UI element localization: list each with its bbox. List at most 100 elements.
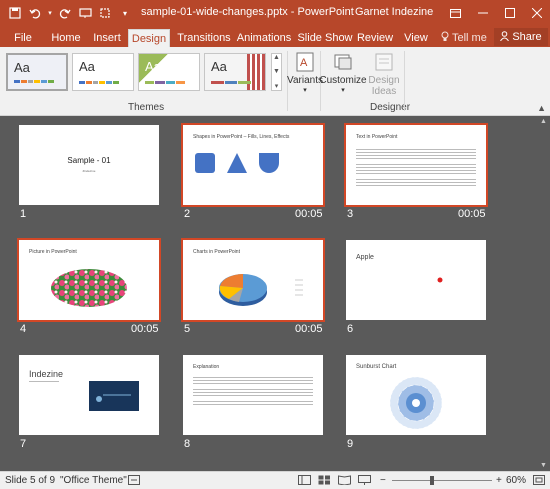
chevron-down-icon: ▾: [341, 87, 345, 94]
chevron-up-icon[interactable]: ▲: [273, 54, 280, 61]
customize-qat-icon[interactable]: ▾: [116, 4, 134, 22]
zoom-level[interactable]: 60%: [506, 475, 526, 486]
slide-thumbnail-1[interactable]: Sample - 01 #indezine: [19, 125, 159, 205]
collapse-ribbon-icon[interactable]: ▲: [537, 103, 546, 113]
slide-number: 3: [347, 208, 354, 220]
customize-button[interactable]: Customize ▾: [319, 51, 367, 94]
slide-1-subtitle: #indezine: [82, 169, 96, 173]
slide-thumbnail-6[interactable]: Apple: [346, 240, 486, 320]
normal-view-icon[interactable]: [298, 475, 311, 488]
slide-size-icon: [332, 51, 354, 73]
theme-thumb-4[interactable]: Aa: [204, 53, 266, 91]
tab-insert[interactable]: Insert: [88, 29, 126, 47]
vertical-scrollbar[interactable]: ▲ ▼: [538, 116, 550, 471]
slide-timing: 00:05: [295, 323, 323, 335]
slide-number: 8: [184, 438, 191, 450]
zoom-out-icon[interactable]: −: [380, 475, 386, 486]
variants-label: Variants: [287, 75, 323, 86]
slide-thumbnail-7[interactable]: Indezine: [19, 355, 159, 435]
share-button[interactable]: Share: [494, 28, 548, 46]
image-placeholder: [89, 381, 139, 411]
variants-button[interactable]: A Variants ▾: [287, 51, 323, 94]
tab-design[interactable]: Design: [128, 29, 170, 47]
slide-sorter-view-icon[interactable]: [318, 475, 331, 488]
person-icon: [500, 30, 510, 44]
slide-number: 9: [347, 438, 354, 450]
reading-view-icon[interactable]: [338, 475, 351, 488]
slide-thumbnail-9[interactable]: Sunburst Chart: [346, 355, 486, 435]
tab-slide-show[interactable]: Slide Show: [297, 29, 353, 47]
language-icon[interactable]: [128, 475, 140, 488]
theme-thumb-3[interactable]: Aa: [138, 53, 200, 91]
tab-animations[interactable]: Animations: [236, 29, 292, 47]
status-bar: Slide 5 of 9 "Office Theme" − + 60%: [0, 471, 550, 489]
zoom-slider[interactable]: [392, 480, 492, 481]
redo-icon[interactable]: [56, 4, 74, 22]
more-icon[interactable]: ▾: [275, 82, 279, 90]
customize-label: Customize: [319, 75, 367, 86]
design-ideas-button[interactable]: Design Ideas: [366, 51, 402, 97]
theme-thumb-2[interactable]: Aa: [72, 53, 134, 91]
zoom-in-icon[interactable]: +: [496, 475, 502, 486]
slide-thumbnail-2[interactable]: Shapes in PowerPoint – Fills, Lines, Eff…: [181, 123, 325, 207]
themes-gallery: Aa Aa Aa Aa: [6, 53, 266, 91]
slide-timing: 00:05: [295, 208, 323, 220]
save-icon[interactable]: [6, 4, 24, 22]
gallery-scroll[interactable]: ▲ ▼ ▾: [271, 53, 282, 91]
theme-name: "Office Theme": [60, 475, 127, 486]
bullet-lines: [193, 377, 313, 407]
pie-chart-illustration: [219, 274, 303, 306]
quick-access-toolbar: ▾ ▾: [6, 4, 134, 22]
slide-number: 2: [184, 208, 191, 220]
slide-number: 7: [20, 438, 27, 450]
tell-me-box[interactable]: Tell me: [441, 29, 487, 47]
share-label: Share: [512, 31, 542, 43]
slide-8-title: Explanation: [193, 364, 220, 370]
slide-thumbnail-4[interactable]: Picture in PowerPoint: [17, 238, 161, 322]
fit-slide-icon[interactable]: [533, 475, 545, 488]
ribbon-display-options-icon[interactable]: [442, 0, 469, 26]
slide-count: Slide 5 of 9: [5, 475, 56, 486]
tell-me-label: Tell me: [452, 32, 487, 44]
maximize-icon[interactable]: [496, 0, 523, 26]
user-name[interactable]: Garnet Indezine: [355, 6, 433, 18]
lightbulb-icon: [441, 31, 449, 45]
chevron-down-icon: ▾: [303, 87, 307, 94]
minimize-icon[interactable]: [469, 0, 496, 26]
theme-aa-label: Aa: [79, 59, 95, 74]
theme-aa-label: Aa: [145, 59, 161, 74]
repeat-icon[interactable]: [96, 4, 114, 22]
chevron-down-icon[interactable]: ▼: [273, 68, 280, 75]
variants-icon: A: [294, 51, 316, 73]
scroll-up-icon[interactable]: ▲: [540, 118, 547, 125]
tab-transitions[interactable]: Transitions: [174, 29, 234, 47]
undo-icon[interactable]: [26, 4, 44, 22]
window-title: sample-01-wide-changes.pptx - PowerPoint: [141, 6, 354, 18]
slide-3-title: Text in PowerPoint: [356, 134, 398, 140]
title-bar: ▾ ▾ sample-01-wide-changes.pptx - PowerP…: [0, 0, 550, 26]
design-ideas-label-2: Ideas: [371, 86, 397, 97]
slide-thumbnail-5[interactable]: Charts in PowerPoint: [181, 238, 325, 322]
tab-file[interactable]: File: [6, 29, 40, 47]
undo-dropdown-icon[interactable]: ▾: [46, 4, 54, 22]
divider: [404, 51, 405, 111]
shapes-illustration: [195, 153, 279, 173]
from-beginning-icon[interactable]: [76, 4, 94, 22]
tab-view[interactable]: View: [401, 29, 431, 47]
slide-number: 4: [20, 323, 27, 335]
apple-dot: [437, 277, 443, 283]
slide-thumbnail-8[interactable]: Explanation: [183, 355, 323, 435]
close-icon[interactable]: [523, 0, 550, 26]
design-ribbon: Aa Aa Aa Aa ▲ ▼ ▾ Themes A Variants ▾ Cu…: [0, 47, 550, 116]
tab-home[interactable]: Home: [46, 29, 86, 47]
slide-1-title: Sample - 01: [67, 156, 111, 165]
tab-review[interactable]: Review: [357, 29, 393, 47]
theme-thumb-office[interactable]: Aa: [6, 53, 68, 91]
slide-timing: 00:05: [458, 208, 486, 220]
design-ideas-label-1: Design: [368, 75, 400, 86]
zoom-slider-thumb[interactable]: [430, 476, 434, 485]
themes-group-label: Themes: [128, 102, 165, 113]
slide-thumbnail-3[interactable]: Text in PowerPoint: [344, 123, 488, 207]
slide-show-view-icon[interactable]: [358, 475, 371, 488]
scroll-down-icon[interactable]: ▼: [540, 462, 547, 469]
